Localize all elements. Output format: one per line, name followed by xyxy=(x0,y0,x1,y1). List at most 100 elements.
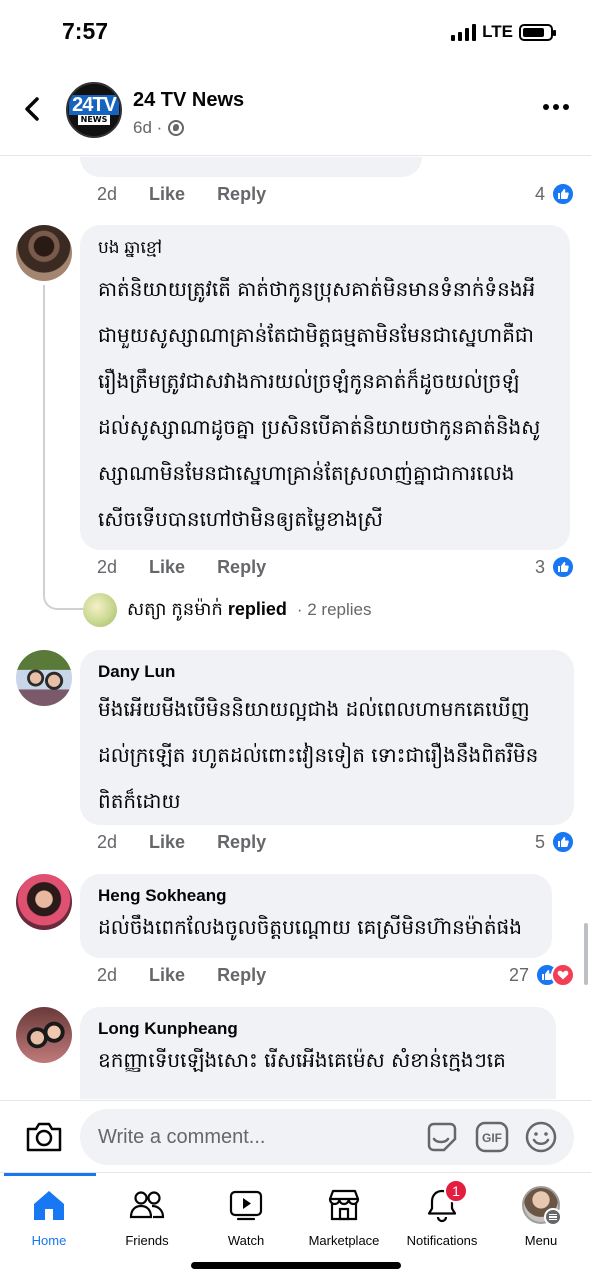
comment-line: ស្សាណាមិនមែនជាស្នេហាគ្រាន់តែស្រលាញ់គ្នាជ… xyxy=(98,461,515,485)
thread-line xyxy=(43,285,83,610)
chevron-left-icon xyxy=(25,97,39,121)
comment-line: ពិតក៏ដោយ xyxy=(98,789,181,813)
avatar[interactable] xyxy=(16,874,72,930)
reaction-summary[interactable]: 27 xyxy=(509,963,575,987)
comments-list: 2d Like Reply 4 បង ឆ្នាខ្មៅ គាត់និយាយត្រ… xyxy=(0,157,591,1099)
globe-icon xyxy=(168,120,185,136)
heart-reaction-icon xyxy=(551,963,575,987)
hamburger-icon xyxy=(544,1208,562,1226)
reply-count: · 2 replies xyxy=(296,600,372,619)
nav-label: Watch xyxy=(227,1233,265,1248)
dot-icon xyxy=(543,104,549,110)
status-bar: 7:57 LTE xyxy=(0,0,591,66)
friends-icon xyxy=(127,1185,167,1225)
comment-time: 2d xyxy=(97,184,118,204)
replied-summary: សត្យា កូនម៉ាក់ replied xyxy=(127,597,287,624)
notification-badge: 1 xyxy=(444,1179,468,1203)
menu-avatar xyxy=(521,1185,562,1226)
comment-line: ដល់សូស្សាណាដូចគ្នា ប្រសិនបើគាត់និយាយថាកូ… xyxy=(98,415,541,439)
comment-line: ឧកញ្ញាទើបឡើងសោះ រើសអើងគេម៉េស សំខាន់ក្មេង… xyxy=(98,1048,506,1072)
avatar xyxy=(522,1186,562,1226)
comment-time: 2d xyxy=(97,832,118,852)
like-button[interactable]: Like xyxy=(149,965,185,986)
battery-icon xyxy=(519,23,556,41)
avatar xyxy=(83,593,117,627)
dot-icon xyxy=(563,104,569,110)
home-icon xyxy=(29,1185,69,1225)
avatar[interactable] xyxy=(16,1007,72,1063)
network-label: LTE xyxy=(482,22,513,41)
nav-label: Marketplace xyxy=(308,1233,380,1248)
post-header: 24TV NEWS 24 TV News 6d · xyxy=(0,72,591,156)
comment-actions: 2d Like Reply xyxy=(97,184,266,205)
like-button[interactable]: Like xyxy=(149,832,185,853)
reply-button[interactable]: Reply xyxy=(217,832,266,853)
reaction-count: 4 xyxy=(534,183,545,204)
reaction-icons xyxy=(535,963,575,987)
status-time: 7:57 xyxy=(62,18,109,44)
comment-actions: 2d Like Reply xyxy=(97,965,266,986)
like-reaction-icon xyxy=(551,830,575,854)
comment-line: ដល់ក្រឡើត រហូតដល់ពោះវៀនទៀត ទោះជារឿងនឹងពិ… xyxy=(98,743,539,767)
comment-line: ដល់ចឹងពេកលែងចូលចិត្តបណ្ដោយ គេស្រីមិនហ៊ាន… xyxy=(98,915,522,939)
reaction-count: 3 xyxy=(534,556,545,577)
sticker-icon xyxy=(427,1122,457,1152)
gif-button[interactable]: GIF xyxy=(474,1119,510,1155)
avatar[interactable] xyxy=(16,225,72,281)
emoji-button[interactable] xyxy=(523,1119,559,1155)
nav-marketplace[interactable]: Marketplace xyxy=(295,1173,393,1253)
logo-text: 24TV xyxy=(69,95,119,115)
reply-button[interactable]: Reply xyxy=(217,557,266,578)
scrollbar[interactable] xyxy=(584,923,588,985)
camera-icon xyxy=(26,1122,62,1152)
back-button[interactable] xyxy=(18,94,48,124)
camera-button[interactable] xyxy=(24,1119,64,1155)
reaction-summary[interactable]: 3 xyxy=(535,555,575,579)
nav-friends[interactable]: Friends xyxy=(98,1173,196,1253)
comment-text: ដល់ចឹងពេកលែងចូលចិត្តបណ្ដោយ គេស្រីមិនហ៊ាន… xyxy=(98,910,534,944)
comment-time: 2d xyxy=(97,965,118,985)
like-reaction-icon xyxy=(551,555,575,579)
post-time: 6d · xyxy=(133,118,163,137)
comment-line: ជាមួយសូស្សាណាគ្រាន់តែជាមិត្តធម្មតាមិនមែន… xyxy=(98,323,534,347)
storefront-icon xyxy=(324,1185,364,1225)
comment-actions: 2d Like Reply xyxy=(97,832,266,853)
avatar[interactable] xyxy=(16,650,72,706)
reply-button[interactable]: Reply xyxy=(217,965,266,986)
comment-bubble: Long Kunpheang ឧកញ្ញាទើបឡើងសោះ រើសអើងគេម… xyxy=(80,1007,556,1099)
reply-button[interactable]: Reply xyxy=(217,184,266,205)
comment-line: រឿងត្រឹមត្រូវជាសវាងការយល់ច្រឡំកូនគាត់ក៏ដ… xyxy=(98,369,520,393)
page-title[interactable]: 24 TV News xyxy=(133,89,244,112)
comment-time: 2d xyxy=(97,557,118,577)
nav-menu[interactable]: Menu xyxy=(492,1173,590,1253)
nav-label: Home xyxy=(31,1233,67,1248)
reaction-summary[interactable]: 5 xyxy=(535,830,575,854)
comment-text: មីងអើយមីងបើមិននិយាយល្អជាង ដល់ពេលហាមកគេឃើ… xyxy=(98,686,556,824)
comment-bubble xyxy=(80,157,422,177)
view-replies-link[interactable]: សត្យា កូនម៉ាក់ replied · 2 replies xyxy=(83,593,371,627)
more-options-button[interactable] xyxy=(543,104,569,110)
comment-text: គាត់និយាយត្រូវតើ គាត់ថាកូនប្រុសគាត់មិនមា… xyxy=(98,266,552,542)
nav-home[interactable]: Home xyxy=(0,1173,98,1253)
page-avatar[interactable]: 24TV NEWS xyxy=(66,82,122,138)
logo-sub: NEWS xyxy=(77,115,111,125)
nav-notifications[interactable]: 1 Notifications xyxy=(393,1173,491,1253)
post-meta: 6d · xyxy=(133,118,185,138)
nav-watch[interactable]: Watch xyxy=(197,1173,295,1253)
reaction-summary[interactable]: 4 xyxy=(535,182,575,206)
comment-author[interactable]: Dany Lun xyxy=(98,662,556,682)
sticker-button[interactable] xyxy=(424,1119,460,1155)
home-indicator xyxy=(191,1262,401,1269)
replied-label: replied xyxy=(227,598,287,619)
comment-author[interactable]: Long Kunpheang xyxy=(98,1019,538,1039)
comment-author[interactable]: Heng Sokheang xyxy=(98,886,534,906)
nav-label: Menu xyxy=(524,1233,558,1248)
comment-text: ឧកញ្ញាទើបឡើងសោះ រើសអើងគេម៉េស សំខាន់ក្មេង… xyxy=(98,1043,538,1077)
like-button[interactable]: Like xyxy=(149,557,185,578)
comment-author[interactable]: បង ឆ្នាខ្មៅ xyxy=(98,237,552,262)
reaction-count: 5 xyxy=(534,831,545,852)
comment-bubble: Dany Lun មីងអើយមីងបើមិននិយាយល្អជាង ដល់ពេ… xyxy=(80,650,574,825)
video-icon xyxy=(226,1185,266,1225)
status-indicators: LTE xyxy=(451,22,556,42)
like-button[interactable]: Like xyxy=(149,184,185,205)
